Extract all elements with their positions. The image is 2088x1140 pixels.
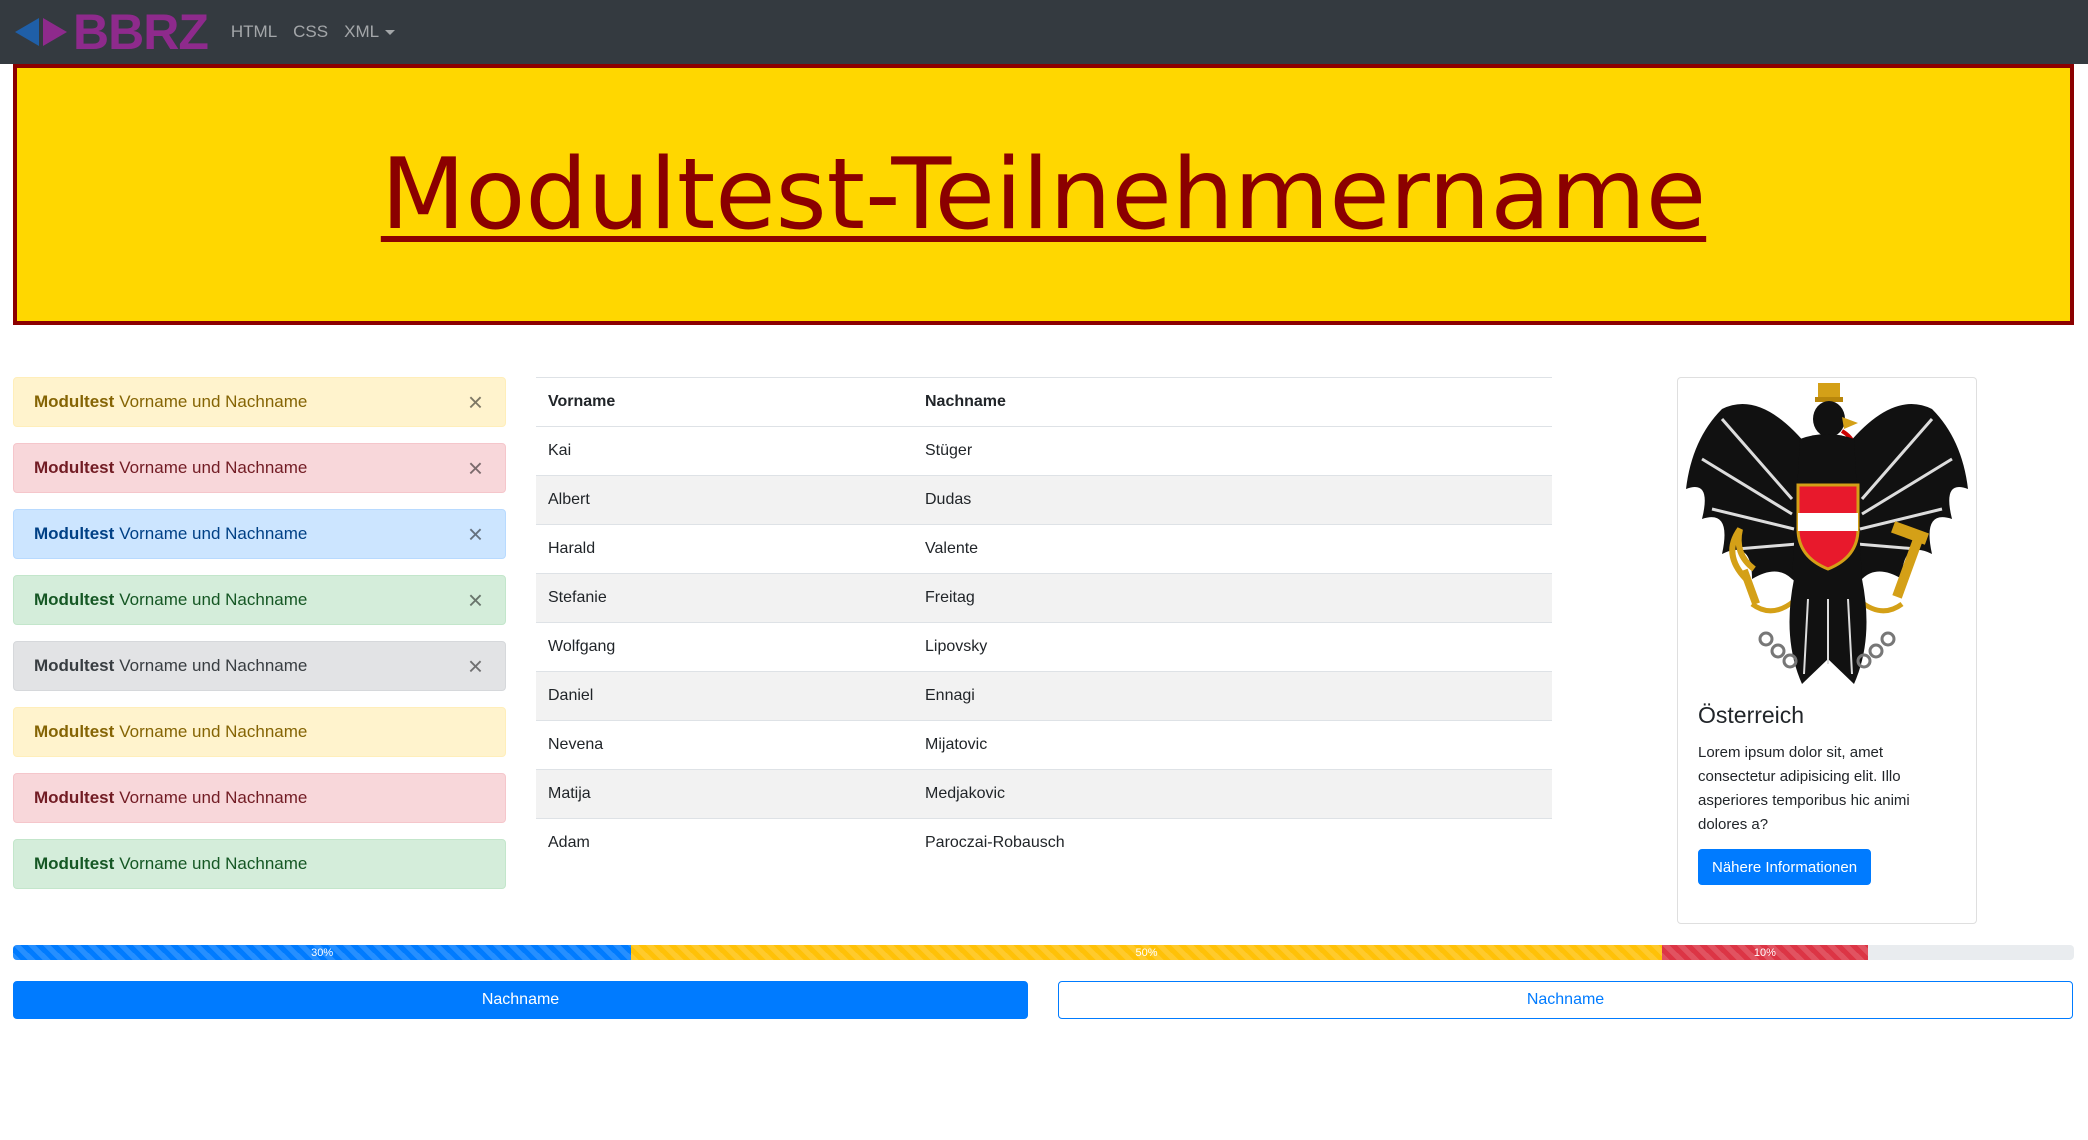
cell-nachname: Stüger xyxy=(913,426,1552,476)
nav-dropdown-xml-label: XML xyxy=(344,22,380,41)
alert-bold-label: Modultest xyxy=(34,524,115,543)
alert-text: Vorname und Nachname xyxy=(119,458,308,477)
cell-vorname: Stefanie xyxy=(536,573,913,623)
cell-vorname: Adam xyxy=(536,818,913,868)
alert-text: Vorname und Nachname xyxy=(119,392,308,411)
cell-vorname: Matija xyxy=(536,769,913,819)
alert-danger: Modultest Vorname und Nachname × xyxy=(13,443,506,493)
page-title: Modultest-Teilnehmername xyxy=(380,137,1707,252)
table-row: Albert Dudas xyxy=(536,475,1552,525)
cell-vorname: Wolfgang xyxy=(536,622,913,672)
table-row: Kai Stüger xyxy=(536,426,1552,476)
cell-nachname: Valente xyxy=(913,524,1552,574)
close-icon[interactable]: × xyxy=(468,653,483,679)
cell-nachname: Medjakovic xyxy=(913,769,1552,819)
alert-text: Vorname und Nachname xyxy=(119,656,308,675)
table-row: Adam Paroczai-Robausch xyxy=(536,818,1552,868)
alert-list: Modultest Vorname und Nachname × Modultest V… xyxy=(13,377,506,905)
alert-warning: Modultest Vorname und Nachname × xyxy=(13,377,506,427)
navbar: BBRZ HTML CSS XML xyxy=(0,0,2088,64)
table-row: Wolfgang Lipovsky xyxy=(536,622,1552,672)
close-icon[interactable]: × xyxy=(468,587,483,613)
alert-secondary: Modultest Vorname und Nachname × xyxy=(13,641,506,691)
card-text: Lorem ipsum dolor sit, amet consectetur … xyxy=(1698,744,1910,833)
nav-link-html[interactable]: HTML xyxy=(231,22,277,42)
table-row: Harald Valente xyxy=(536,524,1552,574)
progress-segment-primary: 30% xyxy=(13,945,632,960)
austria-card: Österreich Lorem ipsum dolor sit, amet c… xyxy=(1677,377,1977,924)
alert-success: Modultest Vorname und Nachname × xyxy=(13,575,506,625)
cell-vorname: Harald xyxy=(536,524,913,574)
alert-warning: Modultest Vorname und Nachname xyxy=(13,707,506,757)
brand-text: BBRZ xyxy=(73,4,209,60)
column-header-nachname: Nachname xyxy=(913,377,1552,427)
cell-nachname: Dudas xyxy=(913,475,1552,525)
table-row: Daniel Ennagi xyxy=(536,671,1552,721)
column-header-vorname: Vorname xyxy=(536,377,913,427)
nachname-primary-button[interactable]: Nachname xyxy=(13,981,1028,1019)
button-row: Nachname Nachname xyxy=(13,981,2074,1019)
alert-danger: Modultest Vorname und Nachname xyxy=(13,773,506,823)
cell-nachname: Lipovsky xyxy=(913,622,1552,672)
cell-vorname: Albert xyxy=(536,475,913,525)
nav-link-css[interactable]: CSS xyxy=(293,22,328,42)
alert-bold-label: Modultest xyxy=(34,788,115,807)
alert-success: Modultest Vorname und Nachname xyxy=(13,839,506,889)
close-icon[interactable]: × xyxy=(468,521,483,547)
cell-vorname: Kai xyxy=(536,426,913,476)
austrian-coat-of-arms-icon xyxy=(1678,378,1976,696)
alert-bold-label: Modultest xyxy=(34,722,115,741)
table-row: Nevena Mijatovic xyxy=(536,720,1552,770)
alert-primary: Modultest Vorname und Nachname × xyxy=(13,509,506,559)
cell-vorname: Daniel xyxy=(536,671,913,721)
cell-vorname: Nevena xyxy=(536,720,913,770)
table-header-row: Vorname Nachname xyxy=(536,377,1552,427)
brand-logo[interactable]: BBRZ xyxy=(13,0,209,64)
cell-nachname: Paroczai-Robausch xyxy=(913,818,1552,868)
close-icon[interactable]: × xyxy=(468,455,483,481)
alert-bold-label: Modultest xyxy=(34,458,115,477)
alert-text: Vorname und Nachname xyxy=(119,524,308,543)
alert-text: Vorname und Nachname xyxy=(119,722,308,741)
close-icon[interactable]: × xyxy=(468,389,483,415)
card-title: Österreich xyxy=(1698,702,1805,728)
alert-text: Vorname und Nachname xyxy=(119,788,308,807)
alert-bold-label: Modultest xyxy=(34,590,115,609)
nav-dropdown-xml[interactable]: XML xyxy=(344,22,396,42)
progress-segment-warning: 50% xyxy=(631,945,1662,960)
card-body: Österreich Lorem ipsum dolor sit, amet c… xyxy=(1678,702,1976,885)
cell-nachname: Freitag xyxy=(913,573,1552,623)
hero-banner: Modultest-Teilnehmername xyxy=(13,64,2074,325)
alert-bold-label: Modultest xyxy=(34,656,115,675)
progress-bar: 30% 50% 10% xyxy=(13,945,2074,960)
table-row: Stefanie Freitag xyxy=(536,573,1552,623)
nachname-outline-button[interactable]: Nachname xyxy=(1058,981,2073,1019)
alert-bold-label: Modultest xyxy=(34,392,115,411)
progress-segment-danger: 10% xyxy=(1661,945,1868,960)
table-row: Matija Medjakovic xyxy=(536,769,1552,819)
participants-table: Vorname Nachname Kai Stüger Albert Dudas Har… xyxy=(536,377,1552,868)
cell-nachname: Ennagi xyxy=(913,671,1552,721)
bbrz-arrows-icon xyxy=(15,18,67,46)
more-info-button[interactable]: Nähere Informationen xyxy=(1698,849,1872,885)
alert-bold-label: Modultest xyxy=(34,854,115,873)
cell-nachname: Mijatovic xyxy=(913,720,1552,770)
caret-down-icon xyxy=(385,29,396,35)
alert-text: Vorname und Nachname xyxy=(119,590,308,609)
alert-text: Vorname und Nachname xyxy=(119,854,308,873)
